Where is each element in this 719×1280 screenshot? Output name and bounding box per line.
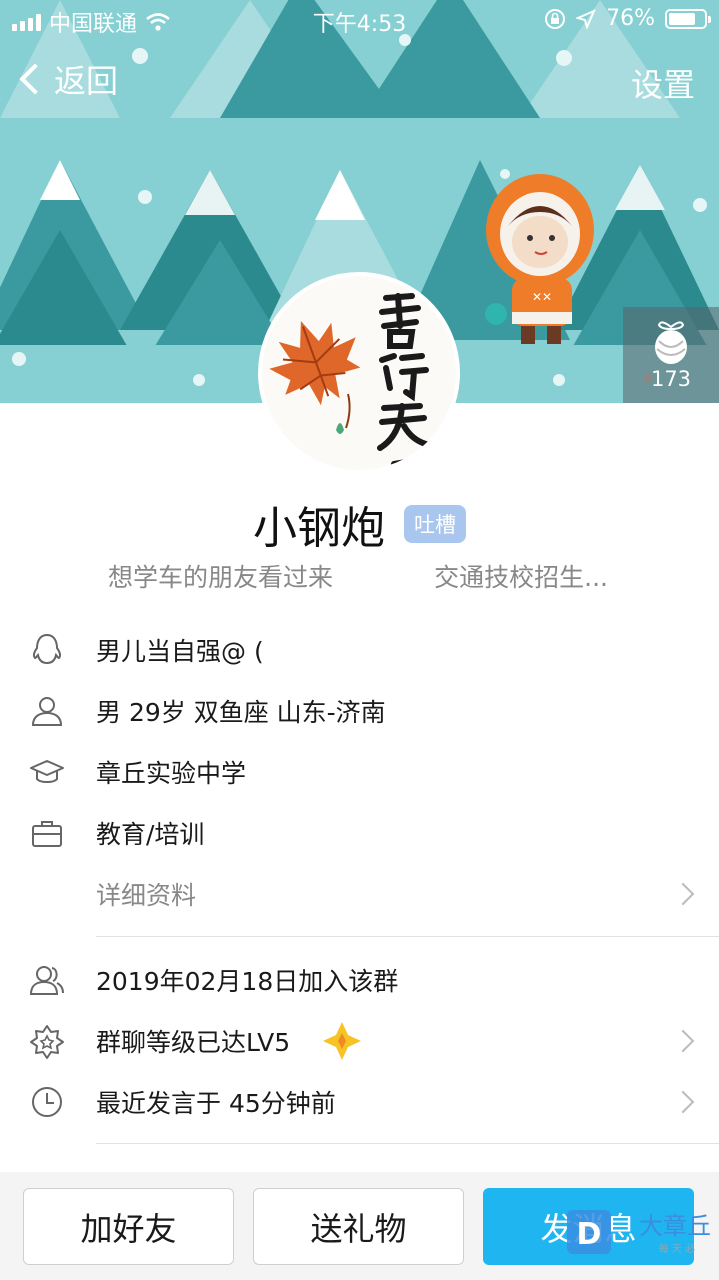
qq-nickname: 男儿当自强@ (	[96, 637, 264, 666]
avatar[interactable]	[258, 272, 460, 474]
group-level-row[interactable]: 群聊等级已达LV5	[0, 1011, 719, 1071]
title-badge[interactable]: 吐槽	[404, 505, 467, 543]
section-divider	[96, 1143, 719, 1144]
profile-signature[interactable]: 想学车的朋友看过来 交通技校招生...	[108, 558, 608, 594]
send-gift-button[interactable]: 送礼物	[253, 1188, 464, 1265]
join-date: 2019年02月18日加入该群	[96, 967, 399, 996]
details-row[interactable]: 详细资料	[0, 864, 719, 924]
battery-percent: 76%	[606, 6, 655, 31]
back-label: 返回	[54, 62, 119, 100]
personal-info-row: 男 29岁 双鱼座 山东-济南	[0, 681, 719, 741]
briefcase-icon	[32, 821, 62, 847]
signature-left: 想学车的朋友看过来	[108, 563, 334, 592]
school-row: 章丘实验中学	[0, 742, 719, 802]
back-button[interactable]: 返回	[14, 56, 118, 102]
maple-leaf-avatar-image	[262, 276, 456, 470]
battery-icon	[665, 8, 711, 29]
watermark-text: 大章丘	[639, 1212, 711, 1240]
add-friend-button[interactable]: 加好友	[23, 1188, 234, 1265]
svg-text:✕✕: ✕✕	[532, 290, 552, 304]
profile-name: 小钢炮	[252, 503, 385, 554]
profile-name-row: 小钢炮 吐槽	[0, 492, 719, 556]
gift-count-button[interactable]: 173	[623, 307, 719, 403]
occupation: 教育/培训	[96, 820, 205, 849]
chevron-left-icon	[19, 63, 51, 95]
penguin-icon	[32, 633, 62, 665]
school-name: 章丘实验中学	[96, 759, 247, 788]
graduation-cap-icon	[30, 760, 64, 783]
signature-right: 交通技校招生...	[434, 563, 608, 592]
chevron-right-icon	[671, 882, 695, 906]
details-label: 详细资料	[96, 881, 197, 910]
group-members-icon	[29, 966, 64, 995]
level-diamond-icon	[323, 1022, 361, 1060]
join-date-row: 2019年02月18日加入该群	[0, 950, 719, 1010]
person-icon	[31, 697, 63, 726]
last-speak-row[interactable]: 最近发言于 45分钟前	[0, 1072, 719, 1132]
gift-icon	[655, 321, 687, 364]
svg-text:D: D	[577, 1217, 602, 1252]
clock-icon	[32, 1087, 62, 1117]
personal-info: 男 29岁 双鱼座 山东-济南	[96, 698, 386, 727]
section-divider	[96, 936, 719, 937]
settings-button[interactable]: 设置	[631, 60, 695, 106]
status-bar: 中国联通 下午4:53 76%	[0, 0, 719, 40]
chevron-right-icon	[671, 1090, 695, 1114]
rotation-lock-icon	[545, 8, 566, 29]
gift-count: 173	[650, 367, 692, 391]
qq-nickname-row: 男儿当自强@ (	[0, 620, 719, 680]
badge-star-icon	[30, 1025, 64, 1059]
last-speak: 最近发言于 45分钟前	[96, 1089, 336, 1118]
watermark-subtext: 每 天 必	[658, 1244, 695, 1255]
chevron-right-icon	[671, 1029, 695, 1053]
group-level: 群聊等级已达LV5	[96, 1028, 291, 1057]
occupation-row: 教育/培训	[0, 803, 719, 863]
location-arrow-icon	[576, 8, 597, 29]
